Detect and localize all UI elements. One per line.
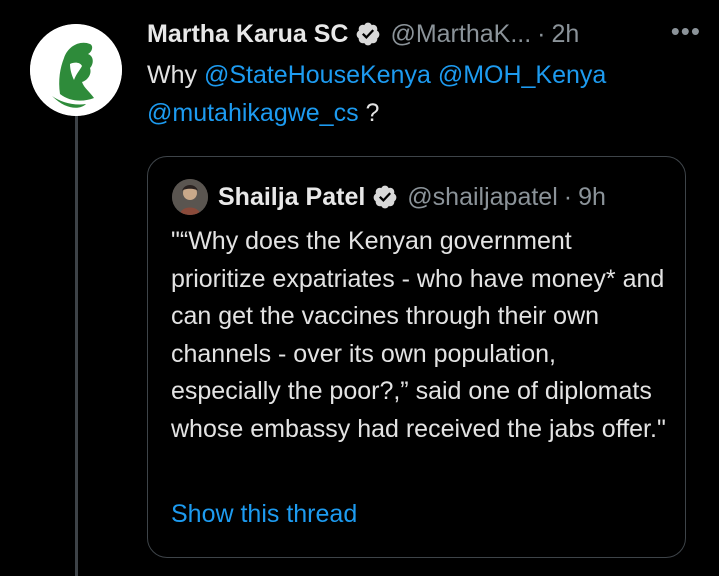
quoted-tweet-card[interactable]: Shailja Patel @shailjapatel · 9h "“Why d… [147, 156, 686, 558]
author-handle[interactable]: @MarthaK... [390, 20, 531, 49]
thread-connector-line [75, 106, 78, 576]
quoted-tweet-text: "“Why does the Kenyan government priorit… [171, 227, 666, 443]
quoted-tweet-header: Shailja Patel @shailjapatel · 9h [172, 179, 606, 215]
quoted-author-avatar [172, 179, 208, 215]
tweet-text: Why @StateHouseKenya @MOH_Kenya @mutahika… [147, 56, 687, 132]
more-icon[interactable]: ••• [671, 16, 701, 47]
tweet-header: Martha Karua SC @MarthaK... · 2h ••• [147, 16, 709, 50]
tweet-text-prefix: Why [147, 61, 204, 89]
mention-moh[interactable]: @MOH_Kenya [438, 61, 607, 89]
avatar-photo-icon [172, 179, 208, 215]
author-name[interactable]: Martha Karua SC [147, 20, 348, 49]
tweet-text-suffix: ? [358, 99, 380, 127]
dot-separator: · [563, 182, 573, 211]
quoted-author-name: Shailja Patel [218, 182, 366, 211]
avatar-portrait-logo [30, 24, 122, 116]
quoted-timestamp: 9h [578, 182, 606, 211]
verified-icon [373, 185, 397, 209]
mention-statehouse[interactable]: @StateHouseKenya [204, 61, 431, 89]
mention-mutahikagwe[interactable]: @mutahikagwe_cs [147, 99, 359, 127]
tweet-timestamp[interactable]: 2h [551, 20, 579, 49]
verified-icon [357, 22, 380, 46]
show-thread-link[interactable]: Show this thread [171, 500, 357, 529]
quoted-author-handle: @shailjapatel [407, 182, 558, 211]
dot-separator: · [537, 19, 546, 48]
author-avatar[interactable] [30, 24, 122, 116]
